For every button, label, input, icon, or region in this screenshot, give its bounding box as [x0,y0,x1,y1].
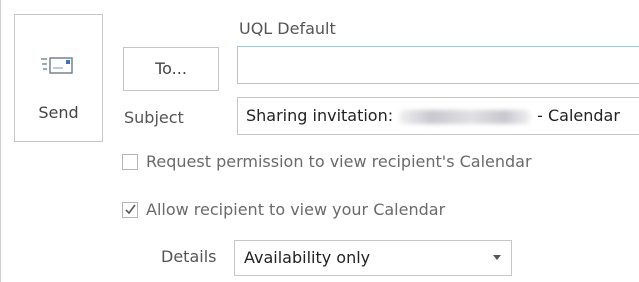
request-permission-checkbox[interactable] [122,153,138,170]
request-permission-option[interactable]: Request permission to view recipient's C… [122,152,532,171]
from-account-label[interactable]: UQL Default [239,19,336,38]
allow-view-label: Allow recipient to view your Calendar [146,200,446,219]
allow-view-option[interactable]: Allow recipient to view your Calendar [122,200,445,219]
checkmark-icon [125,204,136,214]
request-permission-label: Request permission to view recipient's C… [146,152,532,171]
subject-label: Subject [124,108,184,127]
allow-view-checkbox[interactable] [122,201,138,218]
chevron-down-icon [493,255,501,260]
to-button[interactable]: To... [123,47,219,91]
details-label: Details [161,247,217,266]
send-button[interactable]: Send [14,14,103,142]
send-label: Send [38,103,79,122]
redacted-name [399,109,532,124]
subject-suffix: - Calendar [537,106,620,125]
sharing-invitation-compose: Send UQL Default To... Subject Sharing i… [0,0,639,282]
to-input[interactable] [237,46,639,84]
send-envelope-icon [41,57,73,74]
subject-prefix: Sharing invitation: [246,106,394,125]
details-dropdown[interactable]: Availability only [234,240,512,276]
subject-input[interactable]: Sharing invitation: - Calendar [237,97,639,135]
details-selected-value: Availability only [244,248,371,267]
